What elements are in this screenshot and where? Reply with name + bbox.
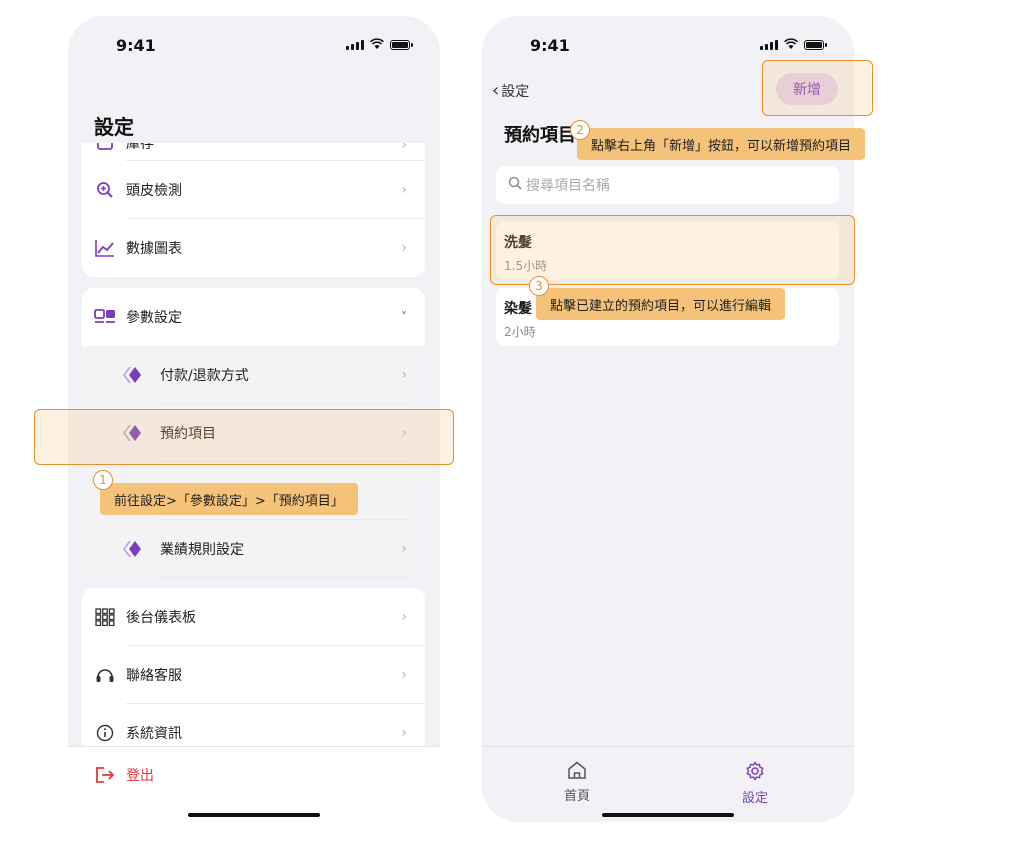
battery-icon xyxy=(390,40,413,50)
tab-label: 首頁 xyxy=(563,789,590,804)
search-input[interactable]: 搜尋項目名稱 xyxy=(496,166,839,204)
search-placeholder: 搜尋項目名稱 xyxy=(526,178,610,194)
chevron-right-icon: › xyxy=(401,725,407,741)
settings-item-support[interactable]: 聯絡客服 › xyxy=(82,646,425,704)
dashboard-grid-icon xyxy=(94,606,116,628)
status-icons xyxy=(760,38,827,50)
status-time: 9:41 xyxy=(116,36,156,55)
home-icon xyxy=(567,761,587,783)
settings-item-label: 後台儀表板 xyxy=(126,610,196,626)
wifi-icon xyxy=(370,38,384,49)
annotation-step-3: 3 xyxy=(529,276,549,296)
chevron-right-icon: › xyxy=(401,541,407,557)
chevron-right-icon: › xyxy=(401,143,407,153)
settings-item-inventory[interactable]: 庫存 › xyxy=(82,143,425,161)
inventory-icon xyxy=(94,143,116,153)
page-title: 設定 xyxy=(94,115,134,139)
headset-icon xyxy=(94,664,116,686)
home-indicator xyxy=(188,813,320,817)
annotation-tip-2: 點擊右上角「新增」按鈕，可以新增預約項目 xyxy=(577,128,866,160)
settings-item-dashboard[interactable]: 後台儀表板 › xyxy=(82,588,425,646)
settings-subitem-label: 業績規則設定 xyxy=(160,542,244,558)
settings-group-support: 後台儀表板 › 聯絡客服 › 系統資訊 › xyxy=(82,588,425,762)
logout-icon xyxy=(94,764,116,786)
settings-subitem-label: 付款/退款方式 xyxy=(160,368,249,384)
chevron-right-icon: › xyxy=(401,182,407,198)
tab-home[interactable]: 首頁 xyxy=(547,761,607,804)
chevron-down-icon: ˅ xyxy=(401,310,407,324)
logout-label: 登出 xyxy=(126,768,154,784)
tab-label: 設定 xyxy=(741,791,768,806)
annotation-tip-1: 前往設定>「參數設定」>「預約項目」 xyxy=(100,483,358,515)
scalp-magnify-icon xyxy=(94,179,116,201)
gear-icon xyxy=(745,761,765,785)
settings-item-charts[interactable]: 數據圖表 › xyxy=(82,219,425,277)
settings-item-label: 聯絡客服 xyxy=(126,668,182,684)
signal-icon xyxy=(760,40,778,50)
chevron-right-icon: › xyxy=(401,367,407,383)
tab-settings[interactable]: 設定 xyxy=(725,761,785,806)
settings-item-params[interactable]: 參數設定 ˅ xyxy=(82,288,425,346)
diamond-arrow-icon xyxy=(122,364,144,386)
highlight-booking-items-row xyxy=(34,409,454,465)
page-title: 預約項目 xyxy=(504,125,576,146)
settings-item-label: 頭皮檢測 xyxy=(126,183,182,199)
chevron-right-icon: › xyxy=(401,609,407,625)
back-button[interactable]: ‹ 設定 xyxy=(492,80,529,101)
diamond-arrow-icon xyxy=(122,538,144,560)
chevron-right-icon: › xyxy=(401,667,407,683)
highlight-service-item xyxy=(490,215,855,285)
settings-subitem-payment[interactable]: 付款/退款方式 › xyxy=(82,346,425,404)
search-icon xyxy=(508,176,522,194)
annotation-tip-3: 點擊已建立的預約項目，可以進行編輯 xyxy=(536,288,786,320)
settings-item-label: 參數設定 xyxy=(126,310,182,326)
logout-bar: 登出 xyxy=(68,746,440,822)
battery-icon xyxy=(804,40,827,50)
settings-item-scalp-check[interactable]: 頭皮檢測 › xyxy=(82,161,425,219)
annotation-step-2: 2 xyxy=(570,120,590,140)
settings-item-label: 庫存 xyxy=(126,143,154,152)
service-duration: 2小時 xyxy=(504,325,536,339)
settings-item-label: 數據圖表 xyxy=(126,241,182,257)
home-indicator xyxy=(602,813,734,817)
back-label: 設定 xyxy=(501,83,530,100)
chevron-left-icon: ‹ xyxy=(492,80,500,101)
status-time: 9:41 xyxy=(530,36,570,55)
signal-icon xyxy=(346,40,364,50)
settings-group-tools: 庫存 › 頭皮檢測 › 數據圖表 › xyxy=(82,143,425,277)
logout-button[interactable]: 登出 xyxy=(68,747,440,803)
info-icon xyxy=(94,722,116,744)
chevron-right-icon: › xyxy=(401,240,407,256)
tab-bar: 首頁 設定 xyxy=(482,746,854,822)
annotation-step-1: 1 xyxy=(93,470,113,490)
highlight-add-button xyxy=(762,60,873,116)
wifi-icon xyxy=(784,38,798,49)
params-icon xyxy=(94,306,116,328)
chart-icon xyxy=(94,237,116,259)
status-icons xyxy=(346,38,413,50)
settings-item-label: 系統資訊 xyxy=(126,726,182,742)
settings-subitem-performance[interactable]: 業績規則設定 › xyxy=(82,520,425,578)
